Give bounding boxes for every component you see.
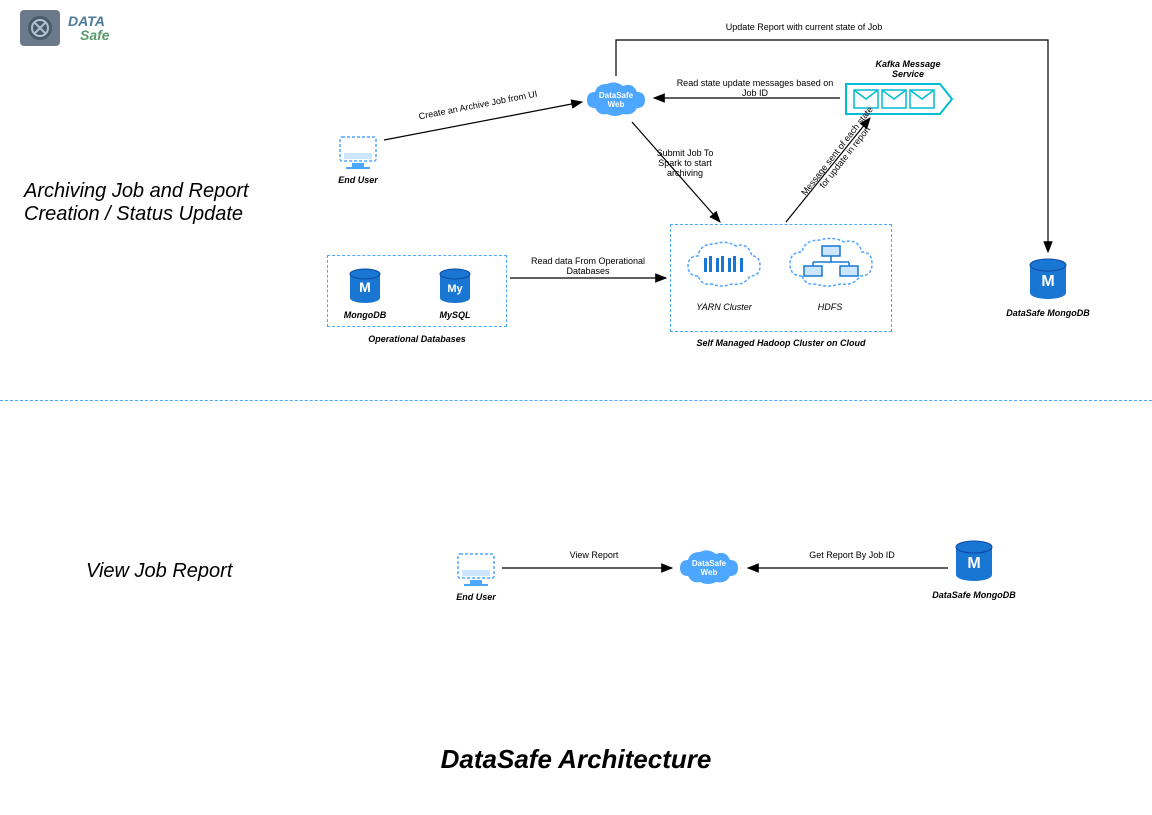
section-1-title: Archiving Job and Report Creation / Stat… (24, 180, 249, 226)
mongodb-op: M (348, 268, 382, 311)
monitor-icon (454, 552, 498, 588)
logo-text-bottom: Safe (68, 28, 110, 42)
mysql-op: My (438, 268, 472, 311)
edge-message-sent: Message sent of each state for update in… (793, 97, 889, 212)
datasafe-mongo-1-label: DataSafe MongoDB (1000, 308, 1096, 318)
hdfs-cloud-icon (786, 232, 876, 290)
edge-submit-spark: Submit Job To Spark to start archiving (640, 148, 730, 178)
monitor-icon (336, 135, 380, 171)
logo-text-top: DATA (68, 14, 110, 28)
datasafe-web-1: DataSafe Web (583, 78, 649, 127)
end-user-2-label: End User (454, 592, 498, 602)
logo: DATA Safe (18, 8, 110, 48)
database-icon: M (954, 540, 994, 584)
edge-create-archive: Create an Archive Job from UI (399, 85, 558, 125)
database-icon: M (348, 268, 382, 306)
arrows-layer (0, 0, 1152, 815)
hadoop-label: Self Managed Hadoop Cluster on Cloud (670, 338, 892, 348)
svg-text:M: M (1041, 273, 1054, 290)
yarn-label: YARN Cluster (684, 302, 764, 312)
yarn-cloud-icon (684, 236, 764, 290)
mysql-op-label: MySQL (430, 310, 480, 320)
datasafe-mongo-2: M (954, 540, 994, 589)
edge-update-report: Update Report with current state of Job (694, 22, 914, 32)
end-user-1 (336, 135, 380, 176)
hdfs-label: HDFS (790, 302, 870, 312)
edge-read-state: Read state update messages based on Job … (670, 78, 840, 98)
database-icon: M (1028, 258, 1068, 302)
kafka-label: Kafka Message Service (848, 59, 968, 79)
end-user-1-label: End User (336, 175, 380, 185)
edge-read-operational: Read data From Operational Databases (518, 256, 658, 276)
main-title: DataSafe Architecture (0, 744, 1152, 775)
mongodb-op-label: MongoDB (340, 310, 390, 320)
operational-db-label: Operational Databases (327, 334, 507, 344)
hdfs (786, 232, 876, 295)
datasafe-mongo-1: M (1028, 258, 1068, 307)
edge-get-report: Get Report By Job ID (792, 550, 912, 560)
section-divider (0, 400, 1152, 401)
datasafe-mongo-2-label: DataSafe MongoDB (926, 590, 1022, 600)
yarn-cluster (684, 236, 764, 295)
svg-text:M: M (967, 555, 980, 572)
database-icon: My (438, 268, 472, 306)
datasafe-web-2: DataSafe Web (676, 546, 742, 595)
edge-view-report: View Report (554, 550, 634, 560)
end-user-2 (454, 552, 498, 593)
svg-text:M: M (359, 279, 371, 295)
safe-icon (18, 8, 62, 48)
svg-text:My: My (447, 283, 463, 295)
section-2-title: View Job Report (86, 560, 232, 583)
